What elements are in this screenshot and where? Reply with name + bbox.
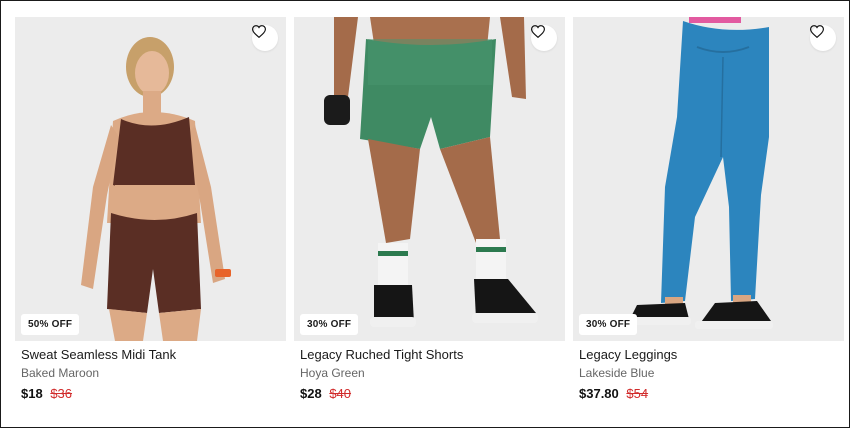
- product-card[interactable]: 30% OFF Legacy Ruched Tight Shorts Hoya …: [294, 17, 565, 402]
- product-grid: 50% OFF Sweat Seamless Midi Tank Baked M…: [15, 17, 844, 402]
- original-price: $40: [329, 386, 352, 401]
- price-row: $37.80 $54: [579, 386, 838, 402]
- product-photo-blue-leggings: [573, 17, 844, 341]
- heart-outline-icon: [810, 25, 824, 38]
- product-color: Hoya Green: [300, 366, 365, 380]
- original-price: $54: [626, 386, 649, 401]
- wishlist-button[interactable]: [252, 25, 278, 51]
- product-title[interactable]: Sweat Seamless Midi Tank: [21, 347, 280, 363]
- original-price: $36: [50, 386, 73, 401]
- discount-badge: 50% OFF: [21, 314, 80, 335]
- product-color: Baked Maroon: [21, 366, 100, 380]
- heart-outline-icon: [252, 25, 266, 38]
- sale-price: $37.80: [579, 386, 619, 401]
- page-frame: 50% OFF Sweat Seamless Midi Tank Baked M…: [0, 0, 850, 428]
- product-photo-maroon-set: [15, 17, 286, 341]
- price-row: $28 $40: [300, 386, 559, 402]
- product-info: Legacy Ruched Tight Shorts Hoya Green $2…: [294, 341, 565, 402]
- product-image[interactable]: 50% OFF: [15, 17, 286, 341]
- product-info: Sweat Seamless Midi Tank Baked Maroon $1…: [15, 341, 286, 402]
- sale-price: $28: [300, 386, 322, 401]
- wishlist-button[interactable]: [810, 25, 836, 51]
- wishlist-button[interactable]: [531, 25, 557, 51]
- product-color: Lakeside Blue: [579, 366, 655, 380]
- sale-price: $18: [21, 386, 43, 401]
- product-title[interactable]: Legacy Leggings: [579, 347, 838, 363]
- heart-outline-icon: [531, 25, 545, 38]
- product-photo-green-shorts: [294, 17, 565, 341]
- product-title[interactable]: Legacy Ruched Tight Shorts: [300, 347, 559, 363]
- product-info: Legacy Leggings Lakeside Blue $37.80 $54: [573, 341, 844, 402]
- discount-badge: 30% OFF: [579, 314, 638, 335]
- product-image[interactable]: 30% OFF: [573, 17, 844, 341]
- product-card[interactable]: 50% OFF Sweat Seamless Midi Tank Baked M…: [15, 17, 286, 402]
- product-card[interactable]: 30% OFF Legacy Leggings Lakeside Blue $3…: [573, 17, 844, 402]
- discount-badge: 30% OFF: [300, 314, 359, 335]
- price-row: $18 $36: [21, 386, 280, 402]
- product-image[interactable]: 30% OFF: [294, 17, 565, 341]
